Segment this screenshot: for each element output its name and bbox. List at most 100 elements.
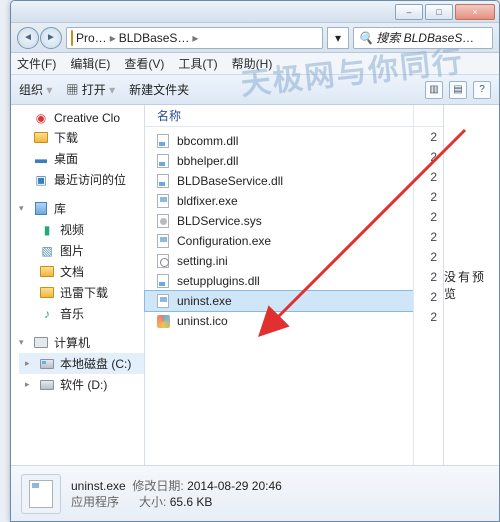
menu-bar: 文件(F) 编辑(E) 查看(V) 工具(T) 帮助(H)	[11, 53, 499, 75]
file-icon	[155, 213, 171, 229]
file-row[interactable]: setupplugins.dll	[145, 271, 413, 291]
file-name: bbhelper.dll	[177, 154, 238, 168]
status-size-value: 65.6 KB	[170, 495, 213, 509]
file-name: bldfixer.exe	[177, 194, 238, 208]
explorer-window: – □ × ◄ ► Pro… ▸ BLDBaseS… ▸ ▾ 🔍 搜索 BLDB…	[10, 0, 500, 522]
menu-help[interactable]: 帮助(H)	[232, 55, 273, 72]
nav-item-pictures[interactable]: ▧图片	[19, 240, 144, 261]
nav-forward-button[interactable]: ►	[40, 27, 62, 49]
file-row[interactable]: bbcomm.dll	[145, 131, 413, 151]
drive-icon	[40, 359, 54, 369]
nav-item-libraries[interactable]: ▾库	[19, 198, 144, 219]
file-row[interactable]: bbhelper.dll	[145, 151, 413, 171]
file-icon	[155, 233, 171, 249]
file-date-cell: 2	[414, 287, 443, 307]
file-icon	[155, 273, 171, 289]
menu-edit[interactable]: 编辑(E)	[70, 55, 110, 72]
toolbar: 组织 ▾ ▦ 打开 ▾ 新建文件夹 ▥ ▤ ?	[11, 75, 499, 105]
file-row[interactable]: uninst.exe	[145, 291, 413, 311]
file-row[interactable]: setting.ini	[145, 251, 413, 271]
address-bar: ◄ ► Pro… ▸ BLDBaseS… ▸ ▾ 🔍 搜索 BLDBaseS…	[11, 23, 499, 53]
nav-item-recent[interactable]: ▣最近访问的位	[19, 169, 144, 190]
nav-item-music[interactable]: ♪音乐	[19, 303, 144, 324]
tree-expand-icon[interactable]: ▸	[25, 379, 34, 390]
content-area: ◉Creative Clo 下载 ▬桌面 ▣最近访问的位 ▾库 ▮视频 ▧图片 …	[11, 105, 499, 465]
search-input[interactable]: 🔍 搜索 BLDBaseS…	[353, 27, 493, 49]
file-icon	[155, 293, 171, 309]
drive-icon	[40, 380, 54, 390]
file-name: setupplugins.dll	[177, 274, 260, 288]
file-date-cell: 2	[414, 127, 443, 147]
preview-pane-button[interactable]: ▤	[449, 81, 467, 99]
search-icon: 🔍	[358, 31, 373, 45]
nav-item-downloads[interactable]: 下载	[19, 127, 144, 148]
minimize-button[interactable]: –	[395, 4, 423, 20]
file-icon	[155, 193, 171, 209]
nav-item-desktop[interactable]: ▬桌面	[19, 148, 144, 169]
nav-item-xunlei[interactable]: 迅雷下载	[19, 282, 144, 303]
nav-item-computer[interactable]: ▾计算机	[19, 332, 144, 353]
open-button[interactable]: ▦ 打开 ▾	[66, 81, 115, 98]
nav-item-videos[interactable]: ▮视频	[19, 219, 144, 240]
organize-button[interactable]: 组织 ▾	[19, 81, 52, 98]
desktop-icon: ▬	[33, 152, 49, 166]
chevron-down-icon: ▾	[109, 83, 115, 97]
menu-view[interactable]: 查看(V)	[124, 55, 164, 72]
chevron-right-icon: ▸	[110, 31, 116, 45]
menu-file[interactable]: 文件(F)	[17, 55, 56, 72]
file-name: bbcomm.dll	[177, 134, 238, 148]
nav-item-drive-c[interactable]: ▸本地磁盘 (C:)	[19, 353, 144, 374]
file-date-cell: 2	[414, 307, 443, 327]
file-row[interactable]: Configuration.exe	[145, 231, 413, 251]
nav-item-documents[interactable]: 文档	[19, 261, 144, 282]
help-button[interactable]: ?	[473, 81, 491, 99]
file-icon	[155, 313, 171, 329]
view-mode-button[interactable]: ▥	[425, 81, 443, 99]
breadcrumb[interactable]: Pro… ▸ BLDBaseS… ▸	[66, 27, 323, 49]
column-header-date[interactable]	[414, 105, 443, 127]
tree-collapse-icon[interactable]: ▾	[19, 203, 28, 214]
file-name: setting.ini	[177, 254, 228, 268]
nav-item-drive-d[interactable]: ▸软件 (D:)	[19, 374, 144, 395]
file-date-cell: 2	[414, 207, 443, 227]
folder-icon	[40, 266, 54, 277]
file-date-cell: 2	[414, 247, 443, 267]
new-folder-button[interactable]: 新建文件夹	[129, 81, 189, 98]
folder-icon	[71, 30, 73, 46]
preview-empty-label: 没有预览	[444, 268, 499, 302]
file-row[interactable]: uninst.ico	[145, 311, 413, 331]
file-date-cell: 2	[414, 147, 443, 167]
status-size-label: 大小:	[139, 495, 166, 509]
cc-icon: ◉	[33, 111, 49, 125]
navigation-pane[interactable]: ◉Creative Clo 下载 ▬桌面 ▣最近访问的位 ▾库 ▮视频 ▧图片 …	[11, 105, 145, 465]
computer-icon	[34, 337, 48, 348]
file-list[interactable]: bbcomm.dll bbhelper.dll BLDBaseService.dll…	[145, 127, 413, 335]
tree-expand-icon[interactable]: ▸	[25, 358, 34, 369]
close-button[interactable]: ×	[455, 4, 495, 20]
file-date-cell: 2	[414, 167, 443, 187]
library-icon	[35, 202, 47, 215]
dropdown-icon: ▾	[335, 31, 341, 45]
nav-item-creative-cloud[interactable]: ◉Creative Clo	[19, 109, 144, 127]
file-date-cell: 2	[414, 267, 443, 287]
file-list-pane: 名称 bbcomm.dll bbhelper.dll BLDBaseService.…	[145, 105, 499, 465]
file-name: uninst.ico	[177, 314, 228, 328]
refresh-button[interactable]: ▾	[327, 27, 349, 49]
status-filename: uninst.exe	[71, 479, 126, 493]
file-icon	[155, 253, 171, 269]
menu-tools[interactable]: 工具(T)	[178, 55, 217, 72]
file-row[interactable]: BLDBaseService.dll	[145, 171, 413, 191]
file-row[interactable]: BLDService.sys	[145, 211, 413, 231]
column-header-name[interactable]: 名称	[145, 105, 413, 127]
preview-pane: 没有预览	[443, 105, 499, 465]
status-mod-label: 修改日期:	[132, 479, 183, 493]
breadcrumb-seg[interactable]: Pro…	[76, 31, 107, 45]
breadcrumb-seg[interactable]: BLDBaseS…	[119, 31, 190, 45]
open-icon: ▦	[66, 83, 78, 97]
pictures-icon: ▧	[39, 244, 55, 258]
tree-collapse-icon[interactable]: ▾	[19, 337, 28, 348]
file-date-cell: 2	[414, 227, 443, 247]
maximize-button[interactable]: □	[425, 4, 453, 20]
nav-back-button[interactable]: ◄	[17, 27, 39, 49]
file-row[interactable]: bldfixer.exe	[145, 191, 413, 211]
